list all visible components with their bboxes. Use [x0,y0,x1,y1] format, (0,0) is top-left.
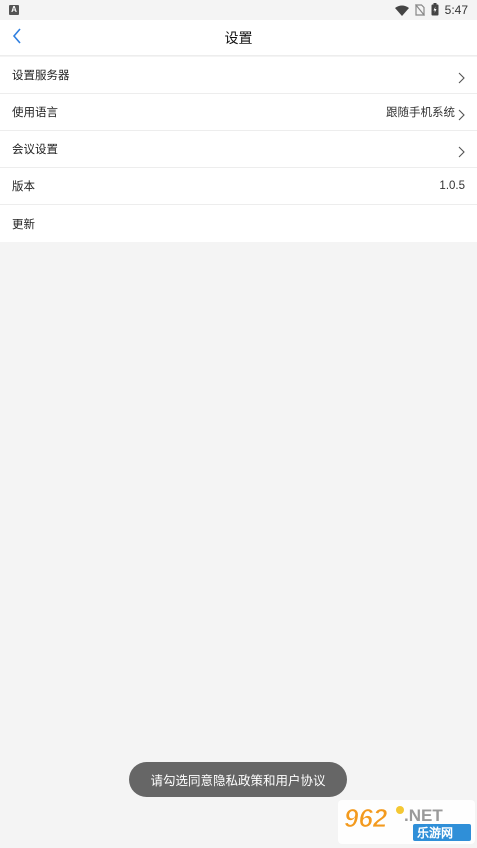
settings-row-update[interactable]: 更新 [0,205,477,242]
status-right: 5:47 [394,1,468,20]
row-label: 使用语言 [12,105,58,119]
settings-row-version: 版本 1.0.5 [0,168,477,205]
settings-list: 设置服务器 使用语言 跟随手机系统 会议设置 版本 1.0.5 更新 [0,57,477,242]
svg-text:乐游网: 乐游网 [417,825,453,840]
svg-text:962: 962 [344,803,388,833]
row-right [457,69,465,84]
settings-row-server[interactable]: 设置服务器 [0,57,477,94]
battery-icon [431,1,439,20]
toast-message: 请勾选同意隐私政策和用户协议 [129,762,347,797]
row-label: 版本 [12,179,35,193]
header-bar: 设置 [0,20,477,56]
row-right: 跟随手机系统 [386,104,465,121]
settings-row-meeting[interactable]: 会议设置 [0,131,477,168]
version-value: 1.0.5 [439,180,465,192]
chevron-left-icon [12,28,22,48]
chevron-right-icon [457,143,465,158]
row-label: 设置服务器 [12,68,70,82]
settings-row-language[interactable]: 使用语言 跟随手机系统 [0,94,477,131]
status-time: 5:47 [444,3,468,17]
row-label: 更新 [12,216,35,231]
language-value: 跟随手机系统 [386,107,455,119]
watermark-logo: 962 .NET 乐游网 [338,800,475,844]
row-right [457,143,465,158]
wifi-icon [394,1,409,20]
notification-icon: A [9,5,19,15]
toast-text: 请勾选同意隐私政策和用户协议 [150,773,326,788]
row-label: 会议设置 [12,142,58,156]
row-right: 1.0.5 [439,180,465,192]
page-title: 设置 [224,30,253,47]
no-sim-icon [414,1,425,20]
svg-text:.NET: .NET [404,806,443,825]
back-button[interactable] [6,26,28,50]
chevron-right-icon [457,69,465,84]
status-bar: A 5:47 [0,0,477,20]
chevron-right-icon [457,106,465,121]
status-left: A [9,5,19,15]
settings-screen: A 5:47 设置 设置服务器 使用语言 跟随手机系统 会议设置 版本 1.0.… [0,0,477,848]
